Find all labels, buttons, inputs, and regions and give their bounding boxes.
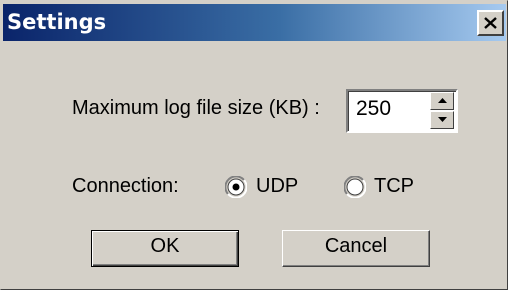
log-size-spinbox[interactable]: 250 <box>346 89 458 133</box>
spin-up-button[interactable] <box>430 92 454 110</box>
log-size-label: Maximum log file size (KB) : <box>72 97 320 119</box>
radio-unselected-icon <box>343 175 367 199</box>
window-title: Settings <box>7 10 107 34</box>
spin-down-button[interactable] <box>430 111 454 129</box>
radio-udp-label[interactable]: UDP <box>256 175 298 198</box>
arrow-down-icon <box>438 117 447 122</box>
close-icon <box>484 17 497 29</box>
close-button[interactable] <box>477 10 504 36</box>
ok-button[interactable]: OK <box>91 230 239 267</box>
settings-dialog: Settings Maximum log file size (KB) : 25… <box>0 0 508 290</box>
radio-tcp[interactable] <box>343 175 367 199</box>
connection-label: Connection: <box>72 175 179 197</box>
radio-udp[interactable] <box>224 175 248 199</box>
cancel-button[interactable]: Cancel <box>282 230 430 267</box>
radio-tcp-label[interactable]: TCP <box>374 175 414 198</box>
title-bar[interactable]: Settings <box>3 4 506 41</box>
arrow-up-icon <box>438 98 447 103</box>
radio-selected-icon <box>224 175 248 199</box>
log-size-input[interactable]: 250 <box>356 97 391 121</box>
